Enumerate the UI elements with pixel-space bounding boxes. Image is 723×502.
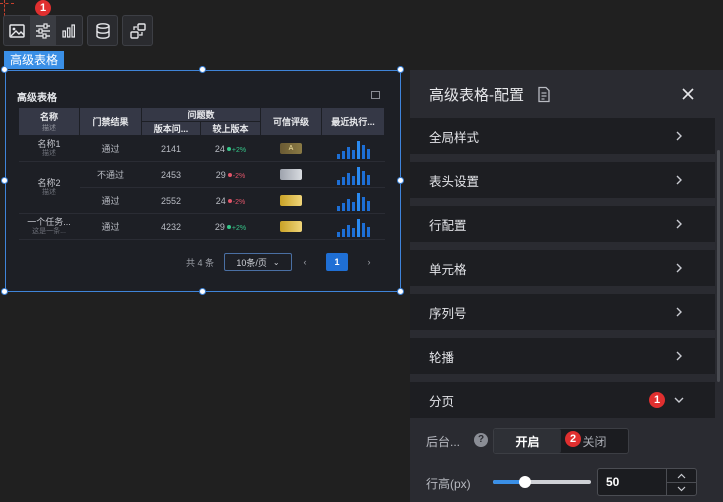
decrement-button[interactable] (667, 482, 696, 495)
selection-frame (5, 70, 401, 292)
section-pagination[interactable]: 分页 1 (410, 382, 715, 418)
widget-name-tag[interactable]: 高级表格 (4, 51, 65, 69)
section-label: 表头设置 (429, 174, 480, 189)
chevron-right-icon (676, 351, 682, 361)
row-height-slider[interactable] (493, 476, 591, 488)
toolbar-step-badge: 1 (35, 0, 51, 16)
row-height-value: 50 (606, 475, 620, 489)
pagination-toggle: 开启 关闭 (493, 428, 629, 454)
bar-chart-icon (62, 23, 76, 38)
resize-handle-bottom-right[interactable] (397, 288, 404, 295)
section-label: 单元格 (429, 262, 467, 277)
chevron-right-icon (676, 307, 682, 317)
chart-tool-button[interactable] (56, 16, 82, 45)
chevron-right-icon (676, 175, 682, 185)
image-icon (9, 23, 25, 38)
chevron-right-icon (676, 131, 682, 141)
section-global-style[interactable]: 全局样式 (410, 118, 715, 154)
section-label: 序列号 (429, 306, 467, 321)
resize-handle-top[interactable] (199, 66, 206, 73)
document-icon[interactable] (536, 86, 552, 103)
data-transform-icon (129, 22, 146, 39)
section-carousel[interactable]: 轮播 (410, 338, 715, 374)
close-icon[interactable] (679, 85, 697, 103)
resize-handle-top-left[interactable] (1, 66, 8, 73)
help-icon[interactable]: ? (474, 433, 488, 447)
panel-title: 高级表格-配置 (429, 86, 524, 104)
resize-handle-top-right[interactable] (397, 66, 404, 73)
section-serial-number[interactable]: 序列号 (410, 294, 715, 330)
section-label: 全局样式 (429, 130, 480, 145)
section-header-settings[interactable]: 表头设置 (410, 162, 715, 198)
panel-scrollbar[interactable] (717, 150, 720, 382)
panel-header: 高级表格-配置 (410, 70, 723, 118)
canvas-guide-horizontal (0, 3, 14, 4)
backend-pagination-label: 后台... (426, 435, 461, 449)
style-tool-button[interactable]: 1 (30, 0, 56, 45)
toggle-step-badge: 2 (565, 431, 581, 447)
resize-handle-bottom-left[interactable] (1, 288, 8, 295)
resize-handle-left[interactable] (1, 177, 8, 184)
chevron-down-icon (674, 397, 684, 403)
interaction-button[interactable] (122, 15, 153, 46)
chevron-right-icon (676, 263, 682, 273)
toolbar-group-view: 1 (3, 0, 83, 46)
pagination-step-badge: 1 (649, 392, 665, 408)
toggle-on-button[interactable]: 开启 (494, 429, 561, 453)
toolbar: 1 (3, 0, 153, 46)
row-height-input[interactable]: 50 (597, 468, 697, 496)
section-label: 行配置 (429, 218, 467, 233)
chevron-up-icon (677, 473, 686, 478)
row-height-label: 行高(px) (426, 477, 471, 491)
image-tool-button[interactable] (4, 16, 30, 45)
config-section-list: 全局样式 表头设置 行配置 单元格 序列号 轮播 分页 1 (410, 118, 715, 426)
section-row-config[interactable]: 行配置 (410, 206, 715, 242)
resize-handle-bottom[interactable] (199, 288, 206, 295)
section-label: 轮播 (429, 350, 455, 365)
increment-button[interactable] (667, 469, 696, 482)
number-stepper (666, 469, 696, 495)
chevron-down-icon (677, 486, 686, 492)
chevron-right-icon (676, 219, 682, 229)
section-cell[interactable]: 单元格 (410, 250, 715, 286)
section-label: 分页 (429, 394, 455, 409)
database-icon (95, 22, 110, 39)
sliders-icon (36, 22, 50, 39)
data-source-button[interactable] (87, 15, 118, 46)
resize-handle-right[interactable] (397, 177, 404, 184)
